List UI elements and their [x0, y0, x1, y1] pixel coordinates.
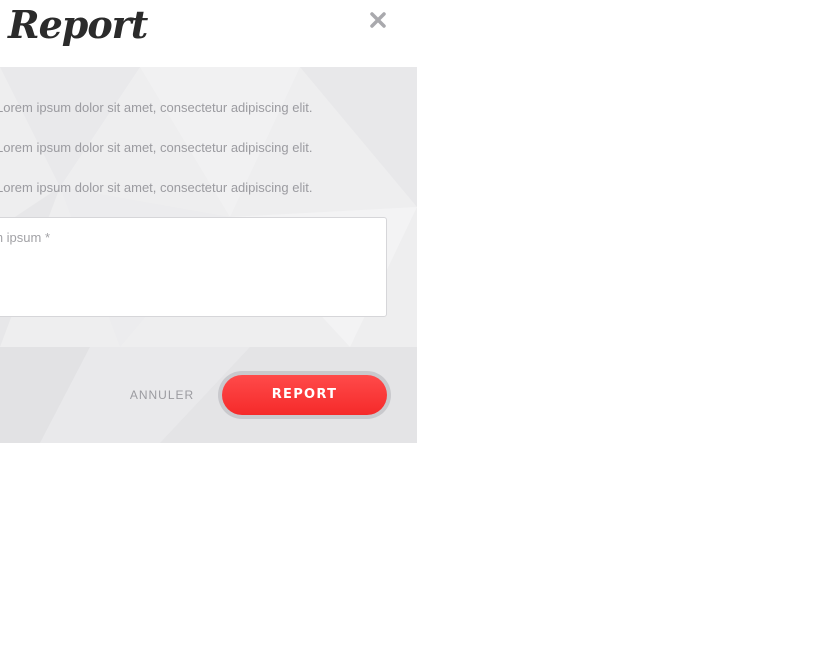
option-line[interactable]: Lorem ipsum dolor sit amet, consectetur … [0, 140, 312, 155]
option-line[interactable]: Lorem ipsum dolor sit amet, consectetur … [0, 180, 312, 195]
comment-placeholder: em ipsum * [0, 230, 51, 245]
report-button[interactable]: REPORT [222, 375, 387, 415]
option-line[interactable]: Lorem ipsum dolor sit amet, consectetur … [0, 100, 312, 115]
cancel-button[interactable]: ANNULER [124, 385, 200, 405]
report-dialog: Report Lorem ipsum dolor sit amet, conse… [0, 0, 817, 662]
dialog-body: Lorem ipsum dolor sit amet, consectetur … [0, 67, 417, 347]
dialog-footer: ANNULER REPORT [0, 347, 417, 443]
close-button[interactable] [366, 9, 390, 33]
dialog-title: Report [8, 2, 148, 47]
comment-field[interactable] [0, 217, 387, 317]
dialog-header: Report [0, 0, 417, 67]
close-icon [370, 12, 386, 28]
